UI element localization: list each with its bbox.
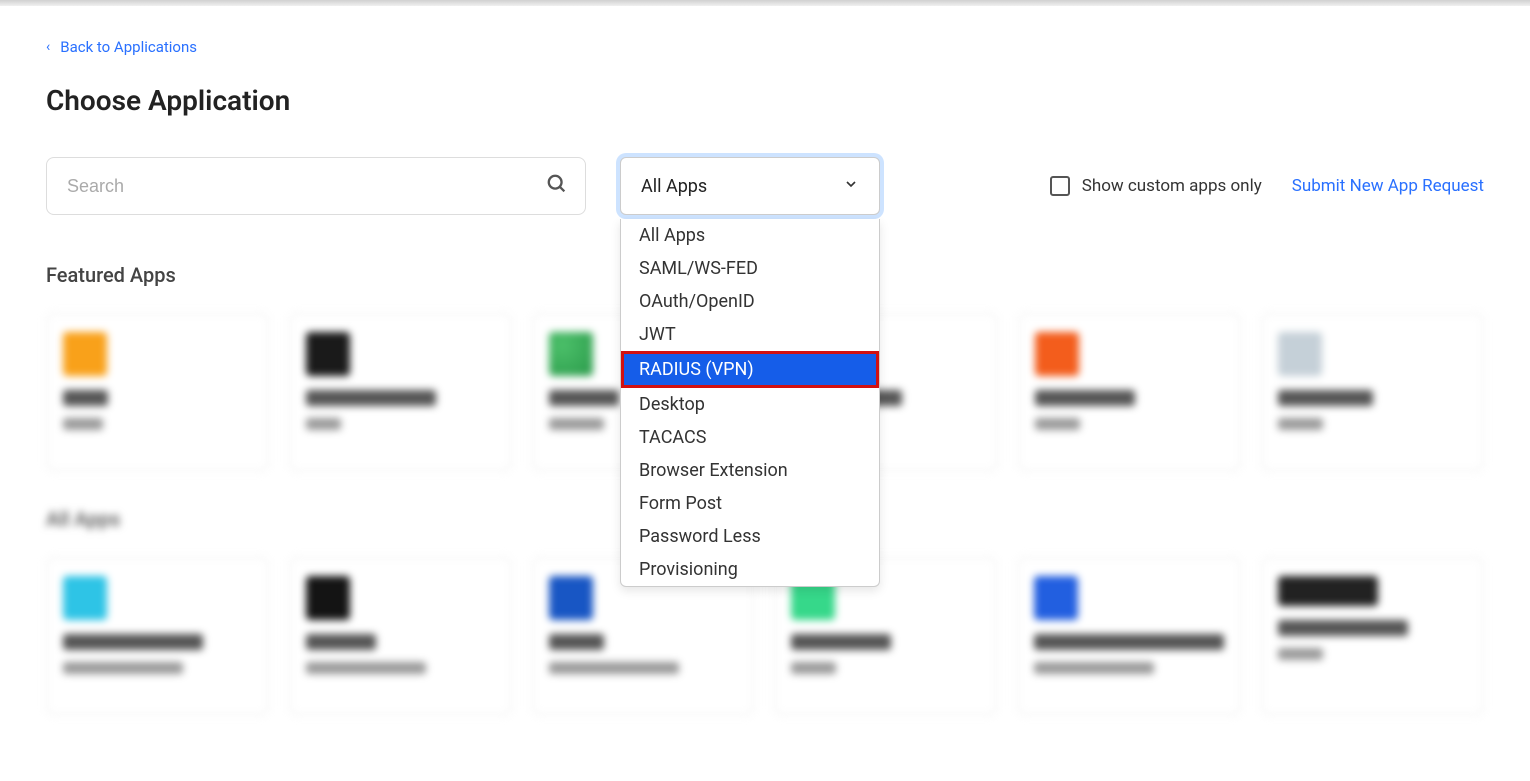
app-card[interactable] [1018, 313, 1241, 471]
submit-new-app-link[interactable]: Submit New App Request [1292, 176, 1484, 196]
dropdown-option[interactable]: Browser Extension [621, 454, 879, 487]
custom-apps-checkbox[interactable]: Show custom apps only [1050, 176, 1262, 196]
filter-dropdown-menu: All AppsSAML/WS-FEDOAuth/OpenIDJWTRADIUS… [620, 219, 880, 587]
app-card[interactable] [1017, 557, 1241, 715]
app-card[interactable] [1261, 557, 1484, 715]
app-card[interactable] [289, 557, 512, 715]
dropdown-option[interactable]: Desktop [621, 388, 879, 421]
app-card[interactable] [46, 313, 269, 471]
chevron-down-icon [843, 176, 859, 197]
controls-row: All Apps All AppsSAML/WS-FEDOAuth/OpenID… [46, 157, 1484, 215]
search-input[interactable] [46, 157, 586, 215]
page-title: Choose Application [46, 84, 1484, 117]
checkbox-icon [1050, 176, 1070, 196]
app-card[interactable] [1261, 313, 1484, 471]
dropdown-option[interactable]: Provisioning [621, 553, 879, 586]
dropdown-option[interactable]: All Apps [621, 219, 879, 252]
dropdown-option[interactable]: OAuth/OpenID [621, 285, 879, 318]
dropdown-option[interactable]: TACACS [621, 421, 879, 454]
dropdown-option[interactable]: SAML/WS-FED [621, 252, 879, 285]
dropdown-option[interactable]: JWT [621, 318, 879, 351]
back-to-applications-link[interactable]: ‹ Back to Applications [46, 38, 197, 56]
dropdown-option[interactable]: Form Post [621, 487, 879, 520]
dropdown-option[interactable]: RADIUS (VPN) [621, 351, 879, 388]
search-wrapper [46, 157, 586, 215]
filter-dropdown-trigger[interactable]: All Apps [620, 157, 880, 215]
chevron-left-icon: ‹ [46, 39, 50, 55]
app-card[interactable] [289, 313, 512, 471]
checkbox-label: Show custom apps only [1082, 176, 1262, 196]
back-link-label: Back to Applications [60, 38, 197, 56]
filter-dropdown-selected: All Apps [641, 176, 707, 197]
filter-dropdown: All Apps All AppsSAML/WS-FEDOAuth/OpenID… [620, 157, 880, 215]
dropdown-option[interactable]: Password Less [621, 520, 879, 553]
search-icon[interactable] [546, 173, 568, 199]
app-card[interactable] [46, 557, 269, 715]
page-content: ‹ Back to Applications Choose Applicatio… [0, 6, 1530, 781]
right-controls: Show custom apps only Submit New App Req… [1050, 176, 1484, 196]
